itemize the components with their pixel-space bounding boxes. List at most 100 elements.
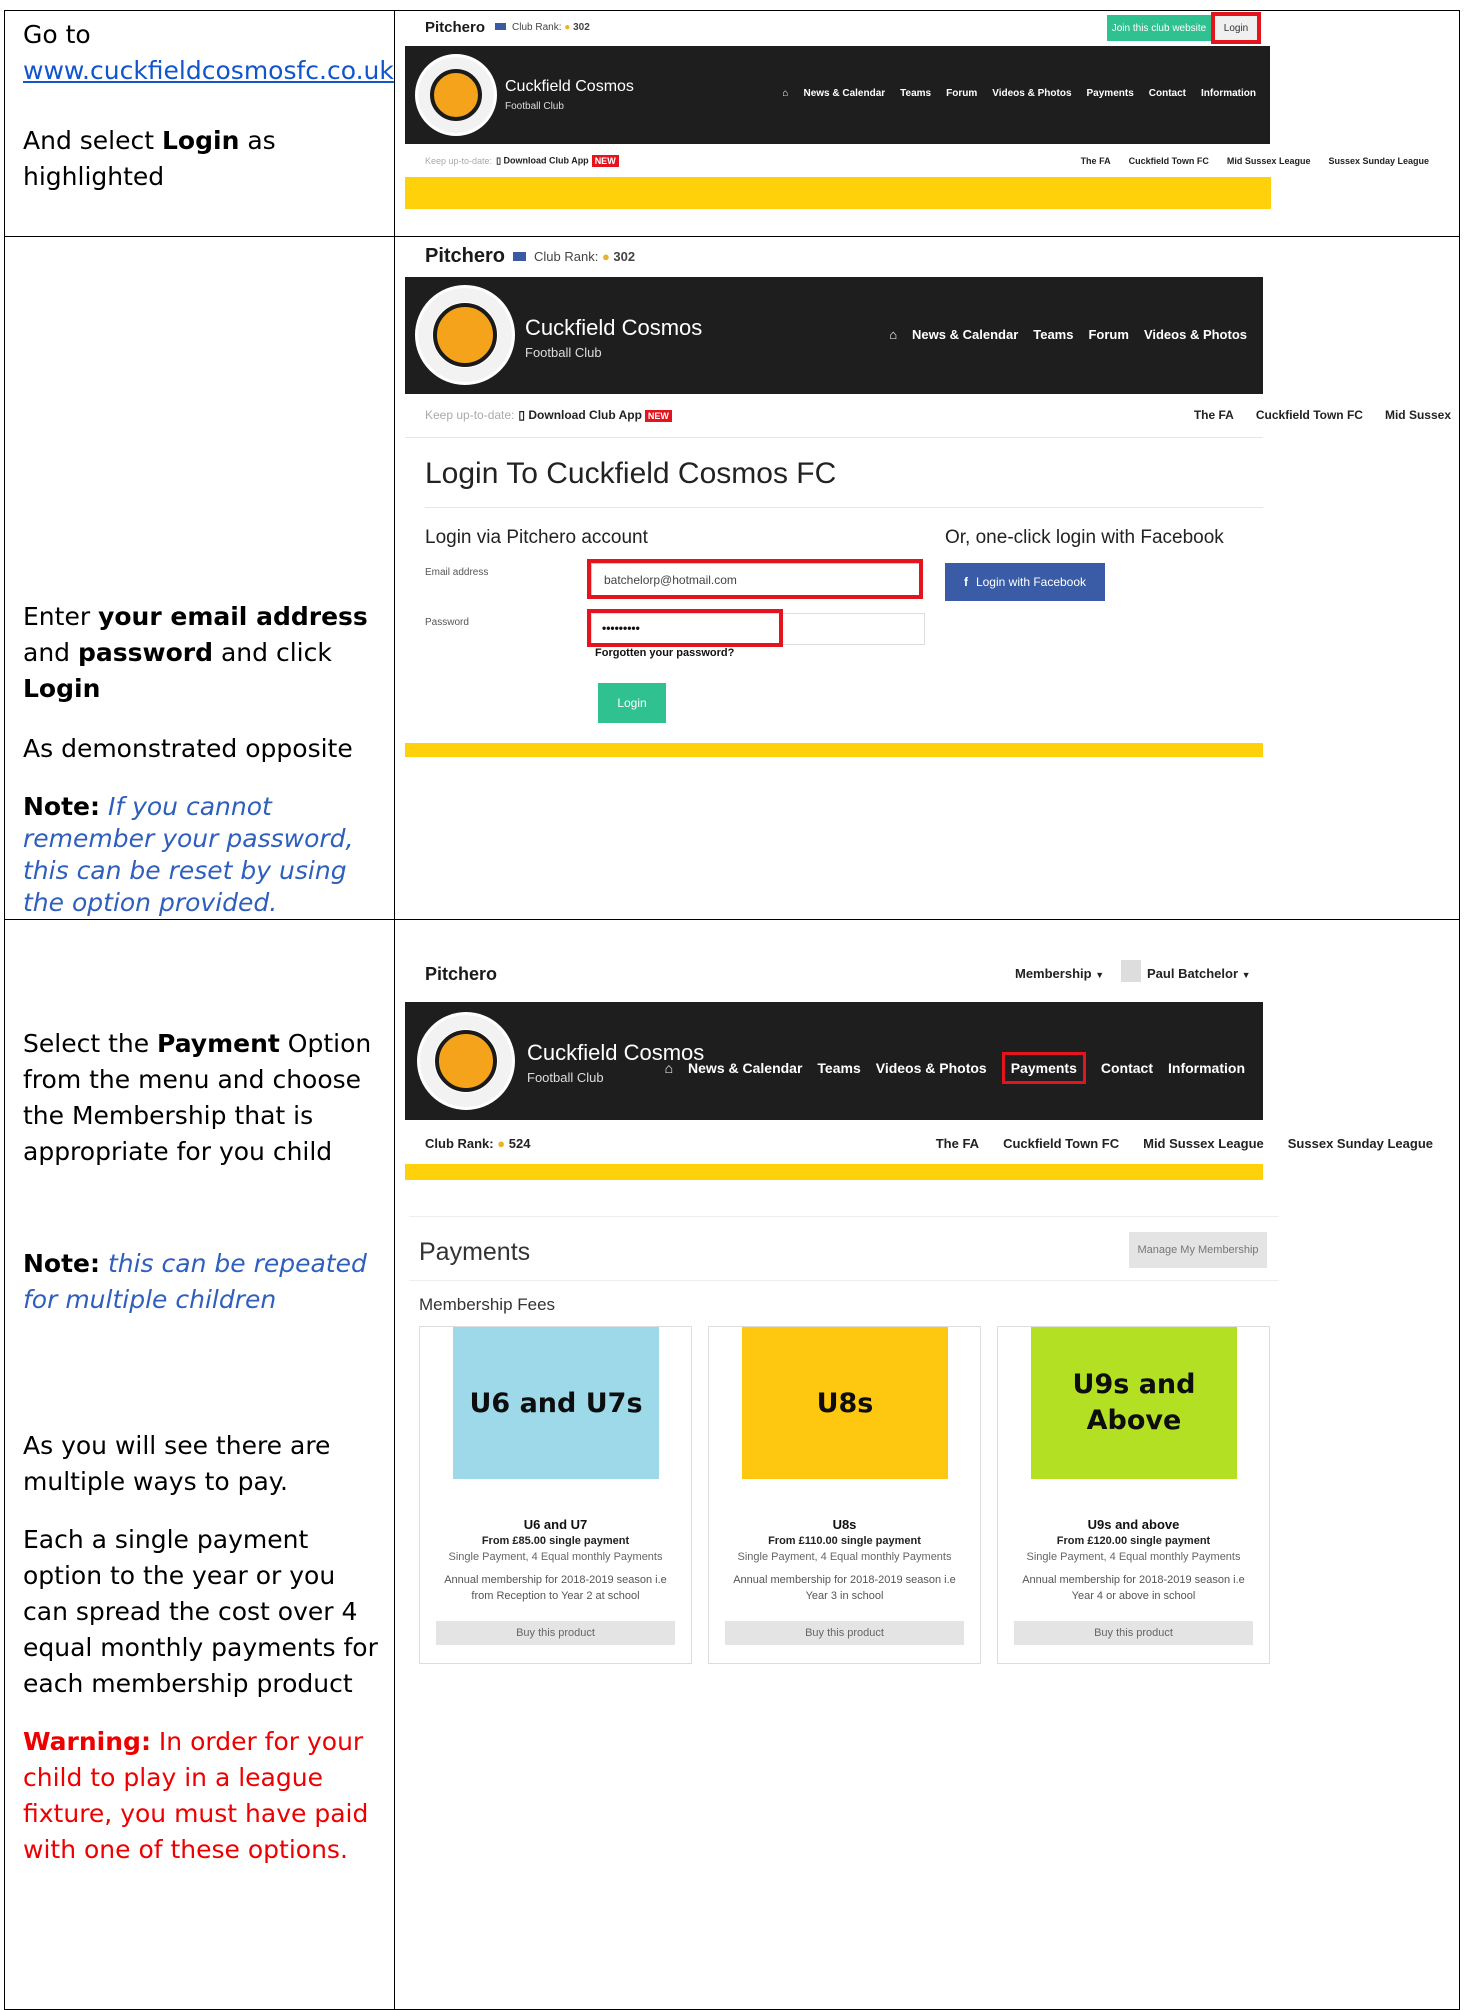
pitchero-logo[interactable]: Pitchero bbox=[425, 245, 505, 268]
pitchero-logo[interactable]: Pitchero bbox=[425, 964, 497, 985]
nav-teams[interactable]: Teams bbox=[817, 1060, 860, 1076]
user-avatar[interactable] bbox=[1121, 960, 1141, 982]
link-cuckfield-town[interactable]: Cuckfield Town FC bbox=[1003, 1136, 1119, 1151]
club-rank: Club Rank: ● 302 bbox=[495, 22, 590, 33]
nav-forum[interactable]: Forum bbox=[1088, 327, 1128, 342]
link-sussex-sunday[interactable]: Sussex Sunday League bbox=[1288, 1136, 1433, 1151]
link-the-fa[interactable]: The FA bbox=[1081, 156, 1111, 166]
membership-fees-heading: Membership Fees bbox=[419, 1295, 556, 1314]
club-header-bar: Cuckfield Cosmos Football Club ⌂ News & … bbox=[405, 46, 1270, 144]
nav-news-calendar[interactable]: News & Calendar bbox=[912, 327, 1018, 342]
keep-up-label: Keep up-to-date: bbox=[425, 408, 515, 422]
home-icon[interactable]: ⌂ bbox=[889, 327, 897, 342]
club-crest-icon bbox=[417, 1012, 515, 1110]
medal-icon: ● bbox=[564, 22, 571, 33]
buy-product-button[interactable]: Buy this product bbox=[436, 1621, 675, 1645]
membership-menu[interactable]: Membership ▼ bbox=[1015, 966, 1104, 981]
go-to-text: Go to bbox=[23, 20, 91, 49]
password-highlight-box bbox=[587, 609, 783, 647]
keep-up-label: Keep up-to-date: bbox=[425, 156, 493, 166]
nav-videos-photos[interactable]: Videos & Photos bbox=[1144, 327, 1247, 342]
club-subtitle: Football Club bbox=[527, 1070, 604, 1085]
step-1-screenshot: Pitchero Club Rank: ● 302 Join this club… bbox=[395, 11, 1459, 235]
step-2-screenshot: Pitchero Club Rank: ● 302 Cuckfield Cosm… bbox=[395, 237, 1459, 757]
card-description: Annual membership for 2018-2019 season i… bbox=[733, 1574, 956, 1602]
facebook-login-button[interactable]: f Login with Facebook bbox=[945, 563, 1105, 601]
yellow-banner bbox=[405, 177, 1271, 209]
nav-teams[interactable]: Teams bbox=[900, 88, 931, 99]
manage-membership-button[interactable]: Manage My Membership bbox=[1129, 1232, 1267, 1268]
main-nav: ⌂ News & Calendar Teams Videos & Photos … bbox=[650, 1052, 1245, 1084]
nav-information[interactable]: Information bbox=[1201, 88, 1256, 99]
pitchero-logo[interactable]: Pitchero bbox=[425, 19, 485, 36]
nav-news-calendar[interactable]: News & Calendar bbox=[688, 1060, 802, 1076]
card-price: From £85.00 single payment bbox=[481, 1535, 630, 1547]
nav-news-calendar[interactable]: News & Calendar bbox=[803, 88, 885, 99]
nav-payments[interactable]: Payments bbox=[1087, 88, 1134, 99]
club-subtitle: Football Club bbox=[525, 345, 602, 360]
select-payment-text: Select the Payment Option from the menu … bbox=[23, 1029, 372, 1166]
nav-teams[interactable]: Teams bbox=[1033, 327, 1073, 342]
link-the-fa[interactable]: The FA bbox=[936, 1136, 979, 1151]
card-image[interactable]: U9s and Above bbox=[1031, 1327, 1237, 1479]
card-payment-options: Single Payment, 4 Equal monthly Payments bbox=[448, 1551, 663, 1563]
nav-videos-photos[interactable]: Videos & Photos bbox=[876, 1060, 987, 1076]
club-header-bar: Cuckfield Cosmos Football Club ⌂ News & … bbox=[405, 1002, 1263, 1120]
buy-product-button[interactable]: Buy this product bbox=[725, 1621, 964, 1645]
caret-down-icon: ▼ bbox=[1241, 970, 1251, 980]
card-title[interactable]: U8s bbox=[709, 1517, 980, 1532]
flag-icon bbox=[495, 23, 506, 30]
password-label: Password bbox=[425, 617, 469, 628]
step-2-instructions: Enter your email address and password an… bbox=[4, 236, 395, 920]
link-sussex-sunday[interactable]: Sussex Sunday League bbox=[1328, 156, 1429, 166]
club-rank: Club Rank: ● 524 bbox=[425, 1135, 531, 1151]
facebook-icon: f bbox=[963, 575, 968, 589]
nav-contact[interactable]: Contact bbox=[1149, 88, 1186, 99]
link-cuckfield-town[interactable]: Cuckfield Town FC bbox=[1129, 156, 1209, 166]
card-title[interactable]: U9s and above bbox=[998, 1517, 1269, 1532]
enter-credentials-text: Enter your email address and password an… bbox=[23, 602, 368, 703]
login-page-title: Login To Cuckfield Cosmos FC bbox=[425, 457, 837, 490]
download-app-link[interactable]: ▯ Download Club App NEW bbox=[518, 408, 672, 422]
main-nav: ⌂ News & Calendar Teams Forum Videos & P… bbox=[874, 327, 1247, 342]
step-1-instructions: Go to www.cuckfieldcosmosfc.co.uk And se… bbox=[4, 10, 395, 237]
nav-information[interactable]: Information bbox=[1168, 1060, 1245, 1076]
link-mid-sussex[interactable]: Mid Sussex League bbox=[1143, 1136, 1264, 1151]
link-mid-sussex[interactable]: Mid Sussex bbox=[1385, 408, 1451, 422]
card-image[interactable]: U6 and U7s bbox=[453, 1327, 659, 1479]
card-payment-options: Single Payment, 4 Equal monthly Payments bbox=[1026, 1551, 1241, 1563]
nav-contact[interactable]: Contact bbox=[1101, 1060, 1153, 1076]
login-highlight-box bbox=[1211, 12, 1261, 44]
membership-card: U9s and Above U9s and above From £120.00… bbox=[997, 1326, 1270, 1664]
club-name: Cuckfield Cosmos bbox=[525, 315, 703, 340]
nav-forum[interactable]: Forum bbox=[946, 88, 977, 99]
select-login-text: And select Login as highlighted bbox=[23, 126, 276, 191]
card-price: From £110.00 single payment bbox=[768, 1535, 921, 1547]
caret-down-icon: ▼ bbox=[1095, 970, 1105, 980]
download-app-link[interactable]: ▯ Download Club App NEW bbox=[496, 155, 619, 167]
main-nav: ⌂ News & Calendar Teams Forum Videos & P… bbox=[767, 88, 1256, 99]
membership-card: U6 and U7s U6 and U7 From £85.00 single … bbox=[419, 1326, 692, 1664]
phone-icon: ▯ bbox=[496, 155, 502, 166]
home-icon[interactable]: ⌂ bbox=[782, 88, 788, 99]
link-the-fa[interactable]: The FA bbox=[1194, 408, 1234, 422]
buy-product-button[interactable]: Buy this product bbox=[1014, 1621, 1253, 1645]
user-menu[interactable]: Paul Batchelor ▼ bbox=[1147, 966, 1251, 981]
nav-videos-photos[interactable]: Videos & Photos bbox=[992, 88, 1071, 99]
yellow-banner bbox=[405, 1164, 1263, 1180]
forgot-password-link[interactable]: Forgotten your password? bbox=[595, 647, 734, 659]
link-mid-sussex[interactable]: Mid Sussex League bbox=[1227, 156, 1311, 166]
email-highlight-box bbox=[587, 559, 923, 599]
club-crest-icon bbox=[415, 285, 515, 385]
step-row-1: Go to www.cuckfieldcosmosfc.co.uk And se… bbox=[4, 10, 1460, 237]
nav-payments[interactable]: Payments bbox=[1001, 1052, 1086, 1084]
home-icon[interactable]: ⌂ bbox=[665, 1060, 673, 1076]
link-cuckfield-town[interactable]: Cuckfield Town FC bbox=[1256, 408, 1363, 422]
step-2-screenshot-cell: Pitchero Club Rank: ● 302 Cuckfield Cosm… bbox=[394, 236, 1460, 920]
club-website-link[interactable]: www.cuckfieldcosmosfc.co.uk bbox=[23, 56, 394, 85]
join-club-button[interactable]: Join this club website bbox=[1107, 15, 1211, 41]
medal-icon: ● bbox=[601, 249, 610, 264]
login-submit-button[interactable]: Login bbox=[598, 683, 666, 723]
card-image[interactable]: U8s bbox=[742, 1327, 948, 1479]
card-title[interactable]: U6 and U7 bbox=[420, 1517, 691, 1532]
